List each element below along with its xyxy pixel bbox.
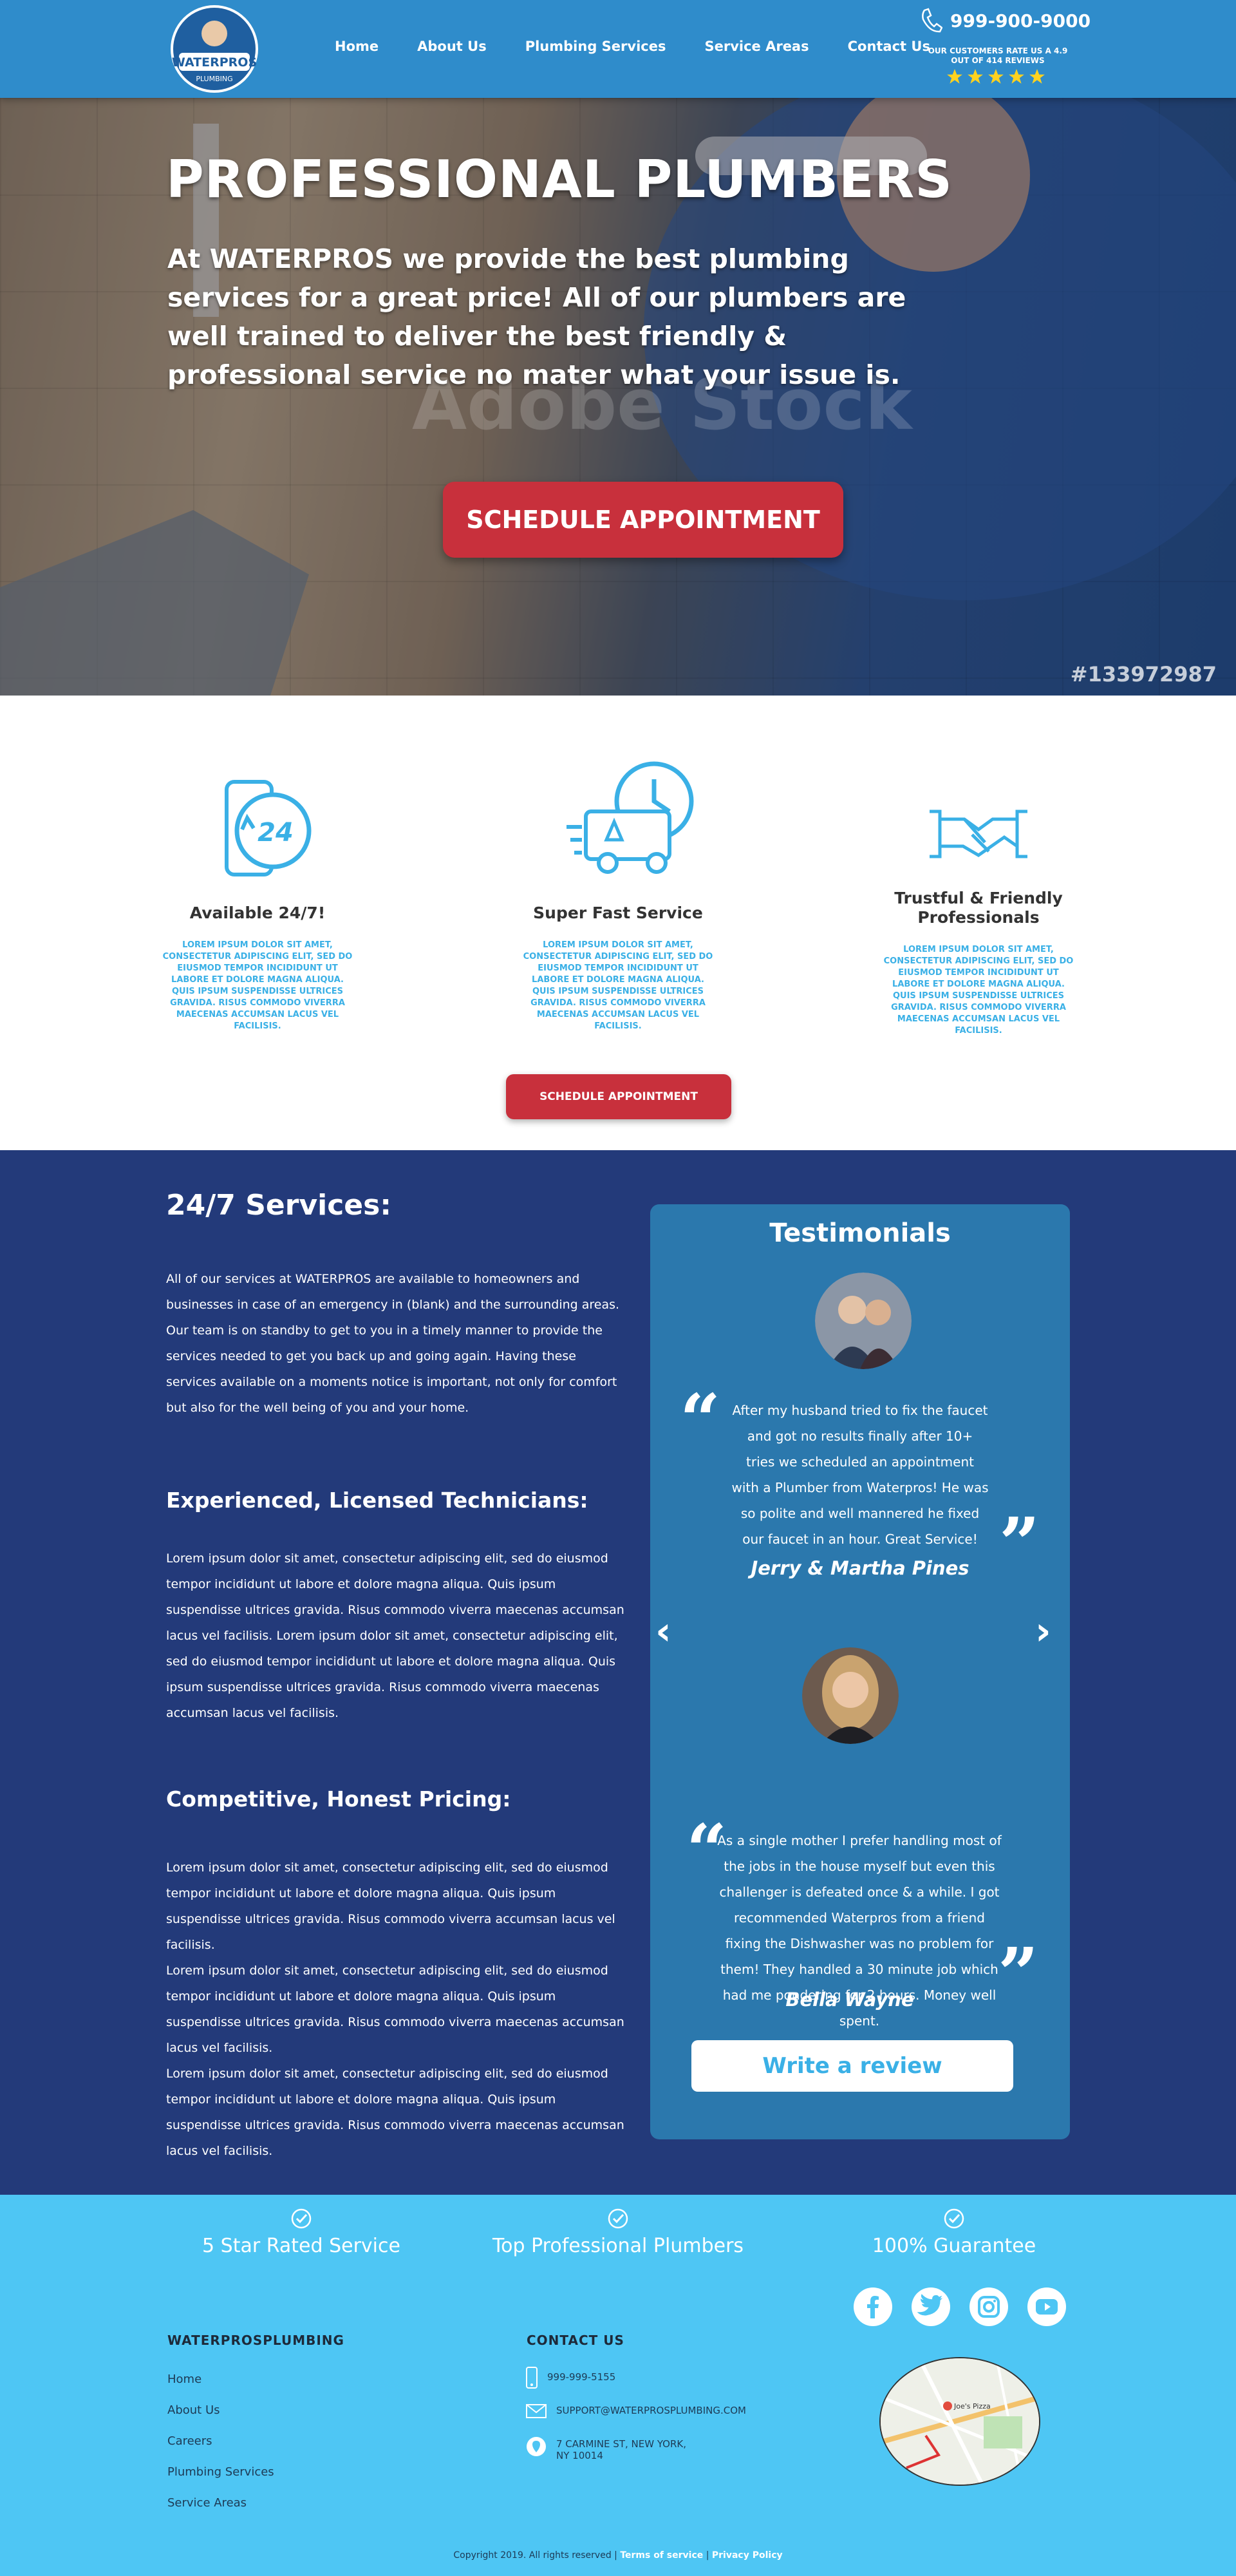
carousel-prev-arrow[interactable]: ‹ (655, 1609, 671, 1654)
technicians-heading: Experienced, Licensed Technicians: (166, 1488, 588, 1513)
footer-address: 7 CARMINE ST, NEW YORK, NY 10014 (525, 2436, 686, 2461)
pricing-text-2: Lorem ipsum dolor sit amet, consectetur … (166, 1964, 624, 2055)
footer-phone-number: 999-999-5155 (547, 2371, 616, 2383)
phone-icon (922, 8, 942, 33)
badge-label: Top Professional Plumbers (492, 2235, 744, 2257)
badge-label: 100% Guarantee (872, 2235, 1036, 2257)
facebook-icon[interactable] (854, 2287, 892, 2326)
svg-text:24: 24 (258, 818, 294, 848)
star-icon (1029, 69, 1045, 84)
feature-super-fast-service: Super Fast Service LOREM IPSUM DOLOR SIT… (521, 904, 715, 1032)
logo-text: WATERPROS (172, 55, 257, 70)
envelope-icon (526, 2404, 547, 2418)
nav-about-us[interactable]: About Us (417, 39, 487, 54)
feature-text: LOREM IPSUM DOLOR SIT AMET, CONSECTETUR … (523, 940, 713, 1031)
footer-brand-title: WATERPROSPLUMBING (167, 2333, 344, 2348)
mobile-phone-icon (526, 2367, 538, 2389)
waterpros-logo[interactable]: WATERPROS PLUMBING (166, 3, 263, 95)
hero-title: PROFESSIONAL PLUMBERS (166, 149, 953, 209)
twitter-icon[interactable] (912, 2287, 950, 2326)
nav-plumbing-services[interactable]: Plumbing Services (525, 39, 666, 54)
logo-subtext: PLUMBING (196, 75, 232, 83)
features-section: 24 Available 24/7! LOREM IPSUM DOLOR SIT… (0, 696, 1236, 1150)
nav-service-areas[interactable]: Service Areas (704, 39, 809, 54)
star-icon (968, 69, 983, 84)
footer-link-home[interactable]: Home (167, 2372, 201, 2386)
schedule-appointment-button[interactable]: SCHEDULE APPOINTMENT (443, 482, 843, 558)
footer-contact-column: CONTACT US (527, 2333, 624, 2348)
testimonials-panel: Testimonials “ After my husband tried to… (650, 1204, 1070, 2139)
terms-link[interactable]: Terms of service (620, 2550, 703, 2561)
badge-guarantee: 100% Guarantee (825, 2208, 1083, 2257)
star-rating (946, 68, 1045, 85)
avatar-woman (802, 1647, 899, 1744)
nav-contact-us[interactable]: Contact Us (848, 39, 930, 54)
footer-address-line1: 7 CARMINE ST, NEW YORK, (556, 2438, 686, 2450)
star-icon (1009, 69, 1024, 84)
check-circle-icon (944, 2208, 964, 2229)
open-quote-icon: “ (680, 1378, 721, 1461)
schedule-appointment-button-secondary[interactable]: SCHEDULE APPOINTMENT (506, 1074, 731, 1119)
feature-available-247: Available 24/7! LOREM IPSUM DOLOR SIT AM… (161, 904, 354, 1032)
star-icon (947, 69, 962, 84)
footer-email[interactable]: SUPPORT@WATERPROSPLUMBING.COM (525, 2403, 746, 2419)
check-circle-icon (291, 2208, 312, 2229)
footer-link-service-areas[interactable]: Service Areas (167, 2496, 247, 2510)
testimonial-quote-1: After my husband tried to fix the faucet… (731, 1403, 989, 1547)
handshake-icon (930, 810, 1027, 858)
footer-link-plumbing-services[interactable]: Plumbing Services (167, 2465, 274, 2479)
footer-phone[interactable]: 999-999-5155 (525, 2366, 615, 2389)
badge-label: 5 Star Rated Service (202, 2235, 400, 2257)
rating-text: OUR CUSTOMERS RATE US A 4.9 OUT OF 414 R… (928, 46, 1068, 65)
feature-text: LOREM IPSUM DOLOR SIT AMET, CONSECTETUR … (883, 945, 1074, 1036)
avatar-couple (815, 1273, 912, 1369)
privacy-link[interactable]: Privacy Policy (712, 2550, 783, 2561)
services-section: 24/7 Services: All of our services at WA… (0, 1150, 1236, 2195)
youtube-icon[interactable] (1027, 2287, 1066, 2326)
feature-title: Available 24/7! (189, 904, 326, 922)
testimonials-heading: Testimonials (769, 1218, 951, 1248)
location-pin-icon (527, 2437, 546, 2456)
copyright-text: Copyright 2019. All rights reserved | (453, 2550, 617, 2561)
hero-lead-text: At WATERPROS we provide the best plumbin… (167, 243, 906, 390)
site-footer: 5 Star Rated Service Top Professional Pl… (0, 2195, 1236, 2576)
testimonial-author-2: Bella Wayne (785, 1989, 914, 2011)
check-circle-icon (608, 2208, 628, 2229)
badge-5-star: 5 Star Rated Service (173, 2208, 430, 2257)
technicians-text: Lorem ipsum dolor sit amet, consectetur … (166, 1551, 624, 1720)
footer-email-address: SUPPORT@WATERPROSPLUMBING.COM (556, 2405, 746, 2416)
write-review-button[interactable]: Write a review (691, 2040, 1013, 2092)
feature-title: Super Fast Service (533, 904, 703, 922)
footer-brand-column: WATERPROSPLUMBING (167, 2333, 344, 2348)
site-header: WATERPROS PLUMBING Home About Us Plumbin… (0, 0, 1236, 98)
carousel-next-arrow[interactable]: › (1035, 1609, 1051, 1654)
pricing-text-3: Lorem ipsum dolor sit amet, consectetur … (166, 2067, 624, 2158)
header-phone[interactable]: 999-900-9000 (921, 8, 1091, 33)
nav-home[interactable]: Home (335, 39, 379, 54)
pricing-heading: Competitive, Honest Pricing: (166, 1786, 511, 1812)
header-phone-number: 999-900-9000 (950, 10, 1091, 32)
fast-van-icon (566, 761, 694, 874)
badge-top-professionals: Top Professional Plumbers (457, 2208, 779, 2257)
feature-title: Trustful & Friendly Professionals (894, 889, 1063, 927)
phone-24-icon: 24 (225, 780, 312, 876)
instagram-icon[interactable] (969, 2287, 1008, 2326)
services-intro: All of our services at WATERPROS are ava… (166, 1272, 620, 1415)
footer-link-about-us[interactable]: About Us (167, 2403, 220, 2417)
footer-link-careers[interactable]: Careers (167, 2434, 212, 2448)
footer-contact-title: CONTACT US (527, 2333, 624, 2348)
pricing-text-1: Lorem ipsum dolor sit amet, consectetur … (166, 1861, 615, 1952)
location-map[interactable]: Joe's Pizza (879, 2357, 1040, 2486)
copyright-bar: Copyright 2019. All rights reserved | Te… (453, 2550, 783, 2561)
feature-text: LOREM IPSUM DOLOR SIT AMET, CONSECTETUR … (162, 940, 353, 1031)
services-heading: 24/7 Services: (166, 1189, 391, 1222)
map-place-label: Joe's Pizza (953, 2402, 991, 2410)
stock-id: #133972987 (1070, 662, 1217, 687)
feature-trustful-professionals: Trustful & Friendly Professionals LOREM … (882, 889, 1075, 1037)
star-icon (988, 69, 1004, 84)
testimonial-author-1: Jerry & Martha Pines (751, 1557, 969, 1579)
footer-address-line2: NY 10014 (556, 2450, 603, 2461)
hero-section: Adobe Stock PROFESSIONAL PLUMBERS At WAT… (0, 98, 1236, 696)
main-nav: Home About Us Plumbing Services Service … (335, 39, 969, 54)
